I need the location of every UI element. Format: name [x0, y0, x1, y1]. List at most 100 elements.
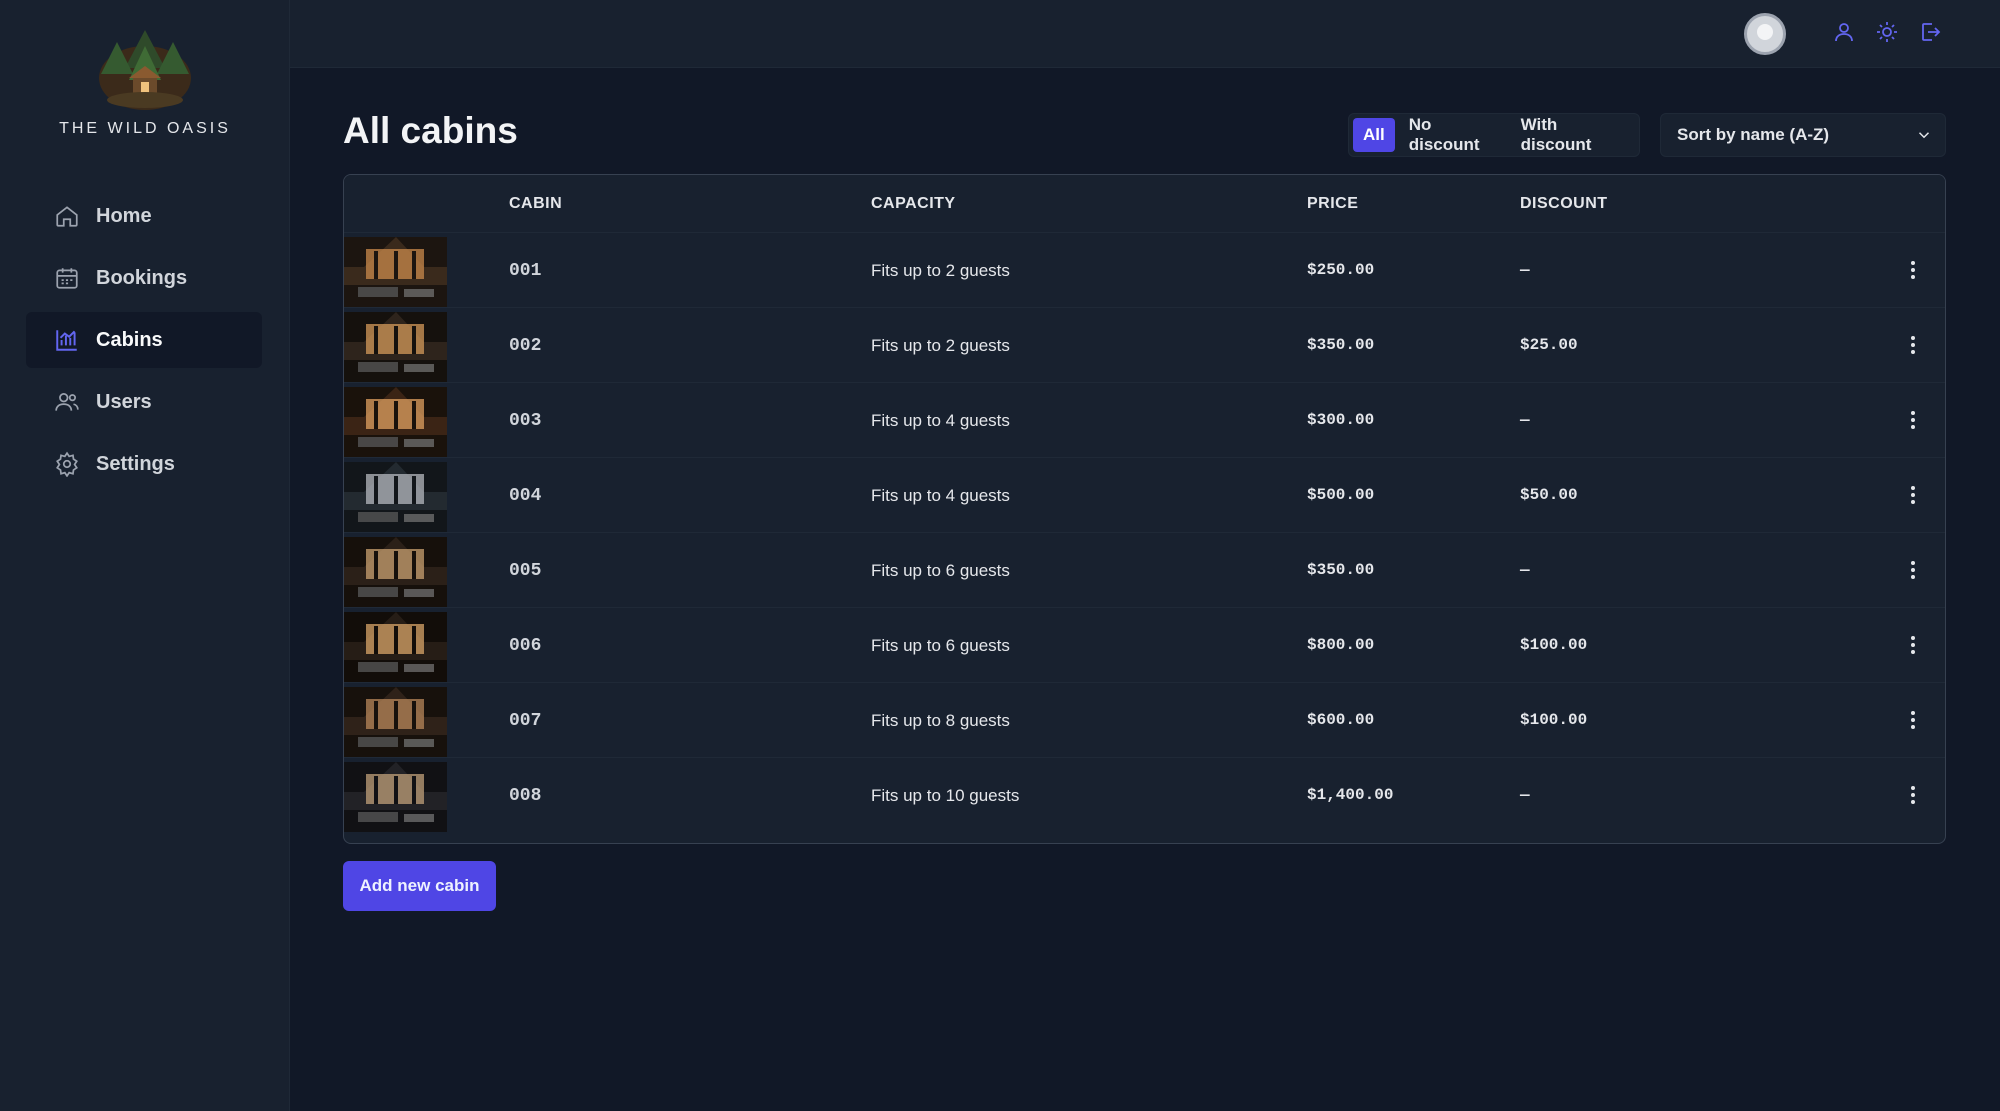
gear-icon	[54, 451, 80, 477]
home-icon	[54, 203, 80, 229]
more-vertical-icon	[1911, 711, 1915, 729]
more-vertical-icon	[1911, 561, 1915, 579]
row-menu-button[interactable]	[1898, 480, 1928, 510]
account-button[interactable]	[1832, 20, 1860, 48]
page-title: All cabins	[343, 110, 518, 151]
filter-with-discount-button[interactable]: With discount	[1511, 115, 1631, 154]
cabin-price: $300.00	[1307, 411, 1375, 429]
table-row: 001 Fits up to 2 guests $250.00 —	[344, 233, 1945, 308]
sidebar-item-home[interactable]: Home	[26, 188, 262, 244]
main-nav: Home Bookings Cabins Users Settings	[26, 188, 262, 498]
logo: THE WILD OASIS	[0, 28, 290, 138]
cabin-price: $250.00	[1307, 261, 1375, 279]
row-menu-button[interactable]	[1898, 555, 1928, 585]
cabin-thumbnail	[344, 462, 447, 532]
table-row: 007 Fits up to 8 guests $600.00 $100.00	[344, 683, 1945, 758]
cabin-capacity: Fits up to 2 guests	[871, 261, 1010, 280]
more-vertical-icon	[1911, 411, 1915, 429]
sidebar-item-label: Users	[96, 390, 152, 413]
table-header: CABIN CAPACITY PRICE DISCOUNT	[344, 175, 1945, 233]
cabin-capacity: Fits up to 6 guests	[871, 561, 1010, 580]
more-vertical-icon	[1911, 636, 1915, 654]
sun-icon	[1877, 22, 1897, 42]
table-row: 008 Fits up to 10 guests $1,400.00 —	[344, 758, 1945, 833]
cabin-price: $800.00	[1307, 636, 1375, 654]
cabin-name: 006	[509, 636, 542, 656]
row-menu-button[interactable]	[1898, 405, 1928, 435]
cabin-capacity: Fits up to 2 guests	[871, 336, 1010, 355]
avatar[interactable]	[1744, 13, 1786, 55]
sidebar-item-label: Home	[96, 204, 152, 227]
chevron-down-icon	[1918, 132, 1930, 139]
filter-all-button[interactable]: All	[1353, 118, 1395, 152]
table-row: 006 Fits up to 6 guests $800.00 $100.00	[344, 608, 1945, 683]
cabin-name: 004	[509, 486, 542, 506]
cabin-capacity: Fits up to 6 guests	[871, 636, 1010, 655]
cabin-discount: —	[1520, 261, 1530, 279]
cabin-price: $500.00	[1307, 486, 1375, 504]
logout-button[interactable]	[1918, 20, 1946, 48]
dark-mode-toggle[interactable]	[1875, 20, 1903, 48]
cabin-thumbnail	[344, 687, 447, 757]
cabin-discount: $100.00	[1520, 636, 1588, 654]
cabin-price: $350.00	[1307, 561, 1375, 579]
user-icon	[1835, 23, 1853, 42]
cabin-discount: $25.00	[1520, 336, 1578, 354]
cabin-thumbnail	[344, 237, 447, 307]
logout-icon	[1922, 23, 1941, 41]
calendar-icon	[54, 265, 80, 291]
sidebar-item-settings[interactable]: Settings	[26, 436, 262, 492]
cabin-name: 008	[509, 786, 542, 806]
brand-name: THE WILD OASIS	[59, 120, 231, 137]
column-header-capacity: CAPACITY	[871, 195, 956, 212]
cabin-discount: —	[1520, 786, 1530, 804]
row-menu-button[interactable]	[1898, 630, 1928, 660]
sidebar: THE WILD OASIS Home Bookings Cabins User…	[0, 0, 290, 1111]
filter-no-discount-button[interactable]: No discount	[1399, 115, 1507, 154]
row-menu-button[interactable]	[1898, 255, 1928, 285]
sidebar-item-cabins[interactable]: Cabins	[26, 312, 262, 368]
cabin-name: 001	[509, 261, 542, 281]
cabin-thumbnail	[344, 537, 447, 607]
top-header	[290, 0, 2000, 68]
cabin-discount: $50.00	[1520, 486, 1578, 504]
cabin-price: $350.00	[1307, 336, 1375, 354]
cabin-thumbnail	[344, 762, 447, 832]
users-icon	[54, 389, 80, 415]
logo-image	[99, 30, 191, 110]
discount-filter: All No discount With discount	[1348, 113, 1640, 157]
row-menu-button[interactable]	[1898, 705, 1928, 735]
row-menu-button[interactable]	[1898, 330, 1928, 360]
cabin-thumbnail	[344, 612, 447, 682]
cabin-price: $1,400.00	[1307, 786, 1394, 804]
cabin-discount: —	[1520, 561, 1530, 579]
cabin-thumbnail	[344, 387, 447, 457]
add-new-cabin-button[interactable]: Add new cabin	[343, 861, 496, 911]
cabin-name: 002	[509, 336, 542, 356]
sidebar-item-bookings[interactable]: Bookings	[26, 250, 262, 306]
cabin-price: $600.00	[1307, 711, 1375, 729]
more-vertical-icon	[1911, 786, 1915, 804]
more-vertical-icon	[1911, 336, 1915, 354]
column-header-discount: DISCOUNT	[1520, 195, 1608, 212]
sidebar-item-users[interactable]: Users	[26, 374, 262, 430]
row-menu-button[interactable]	[1898, 780, 1928, 810]
table-row: 004 Fits up to 4 guests $500.00 $50.00	[344, 458, 1945, 533]
cabin-discount: $100.00	[1520, 711, 1588, 729]
sidebar-item-label: Cabins	[96, 328, 163, 351]
cabin-name: 005	[509, 561, 542, 581]
cabin-capacity: Fits up to 10 guests	[871, 786, 1020, 805]
sort-select[interactable]: Sort by name (A-Z)	[1660, 113, 1946, 157]
cabin-capacity: Fits up to 8 guests	[871, 711, 1010, 730]
cabin-capacity: Fits up to 4 guests	[871, 486, 1010, 505]
cabin-capacity: Fits up to 4 guests	[871, 411, 1010, 430]
more-vertical-icon	[1911, 486, 1915, 504]
column-header-cabin: CABIN	[509, 195, 563, 212]
cabin-name: 007	[509, 711, 542, 731]
cabin-name: 003	[509, 411, 542, 431]
cabins-table: CABIN CAPACITY PRICE DISCOUNT 001 Fits up…	[343, 174, 1946, 844]
sidebar-item-label: Settings	[96, 452, 175, 475]
table-row: 003 Fits up to 4 guests $300.00 —	[344, 383, 1945, 458]
cabin-thumbnail	[344, 312, 447, 382]
column-header-price: PRICE	[1307, 195, 1359, 212]
